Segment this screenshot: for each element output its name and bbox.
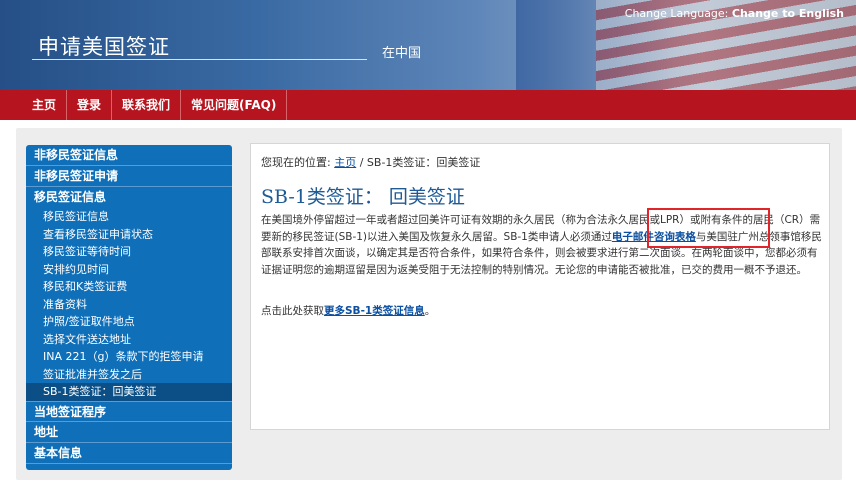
- change-language: Change Language: Change to English: [625, 7, 844, 20]
- sidebar-section-nonimmigrant-apply[interactable]: 非移民签证申请: [26, 166, 232, 187]
- highlight-box: [647, 208, 770, 248]
- sidebar: 非移民签证信息 非移民签证申请 移民签证信息 移民签证信息 查看移民签证申请状态…: [26, 145, 232, 470]
- change-language-link[interactable]: Change to English: [732, 7, 844, 20]
- nav-item-contact[interactable]: 联系我们: [112, 90, 182, 120]
- breadcrumb-prefix: 您现在的位置:: [261, 156, 331, 169]
- sidebar-item-check-status[interactable]: 查看移民签证申请状态: [26, 226, 232, 244]
- sidebar-section-basic-info[interactable]: 基本信息: [26, 443, 232, 464]
- more-info-suffix: 。: [424, 305, 436, 317]
- main-nav: 主页 登录 联系我们 常见问题(FAQ): [0, 90, 856, 120]
- breadcrumb-current: / SB-1类签证：回美签证: [359, 156, 481, 169]
- sidebar-item-prepare-documents[interactable]: 准备资料: [26, 296, 232, 314]
- nav-item-home[interactable]: 主页: [0, 90, 68, 120]
- more-info-line: 点击此处获取更多SB-1类签证信息。: [261, 303, 435, 318]
- change-language-label: Change Language:: [624, 7, 729, 20]
- sidebar-item-fees[interactable]: 移民和K类签证费: [26, 278, 232, 296]
- sidebar-section-immigrant-info[interactable]: 移民签证信息: [26, 187, 232, 208]
- sidebar-item-221g-refusal[interactable]: INA 221（g）条款下的拒签申请: [26, 348, 232, 366]
- nav-item-faq[interactable]: 常见问题(FAQ): [181, 90, 288, 120]
- title-underline: [32, 59, 367, 60]
- breadcrumb: 您现在的位置: 主页 / SB-1类签证：回美签证: [261, 154, 480, 170]
- sidebar-section-local-procedures[interactable]: 当地签证程序: [26, 400, 232, 422]
- breadcrumb-home-link[interactable]: 主页: [334, 156, 356, 169]
- sidebar-item-sb1-returning[interactable]: SB-1类签证：回美签证: [26, 383, 232, 401]
- sidebar-item-schedule-appointment[interactable]: 安排约见时间: [26, 261, 232, 279]
- page-title: SB-1类签证： 回美签证: [261, 186, 465, 208]
- sidebar-section-nonimmigrant-info[interactable]: 非移民签证信息: [26, 145, 232, 166]
- sidebar-item-delivery-address[interactable]: 选择文件送达地址: [26, 331, 232, 349]
- header-banner: 申请美国签证 在中国 Change Language: Change to En…: [0, 0, 856, 90]
- more-info-prefix: 点击此处获取: [261, 305, 324, 317]
- sidebar-section-address[interactable]: 地址: [26, 422, 232, 443]
- sidebar-item-after-issuance[interactable]: 签证批准并签发之后: [26, 366, 232, 384]
- more-sb1-info-link[interactable]: 更多SB-1类签证信息: [324, 305, 425, 317]
- site-title: 申请美国签证: [38, 35, 170, 59]
- content-panel: 您现在的位置: 主页 / SB-1类签证：回美签证 SB-1类签证： 回美签证 …: [250, 143, 830, 430]
- nav-item-login[interactable]: 登录: [67, 90, 113, 120]
- sidebar-item-immigrant-info[interactable]: 移民签证信息: [26, 208, 232, 226]
- sidebar-item-pickup-locations[interactable]: 护照/签证取件地点: [26, 313, 232, 331]
- site-subtitle: 在中国: [382, 46, 422, 61]
- sidebar-item-wait-times[interactable]: 移民签证等待时间: [26, 243, 232, 261]
